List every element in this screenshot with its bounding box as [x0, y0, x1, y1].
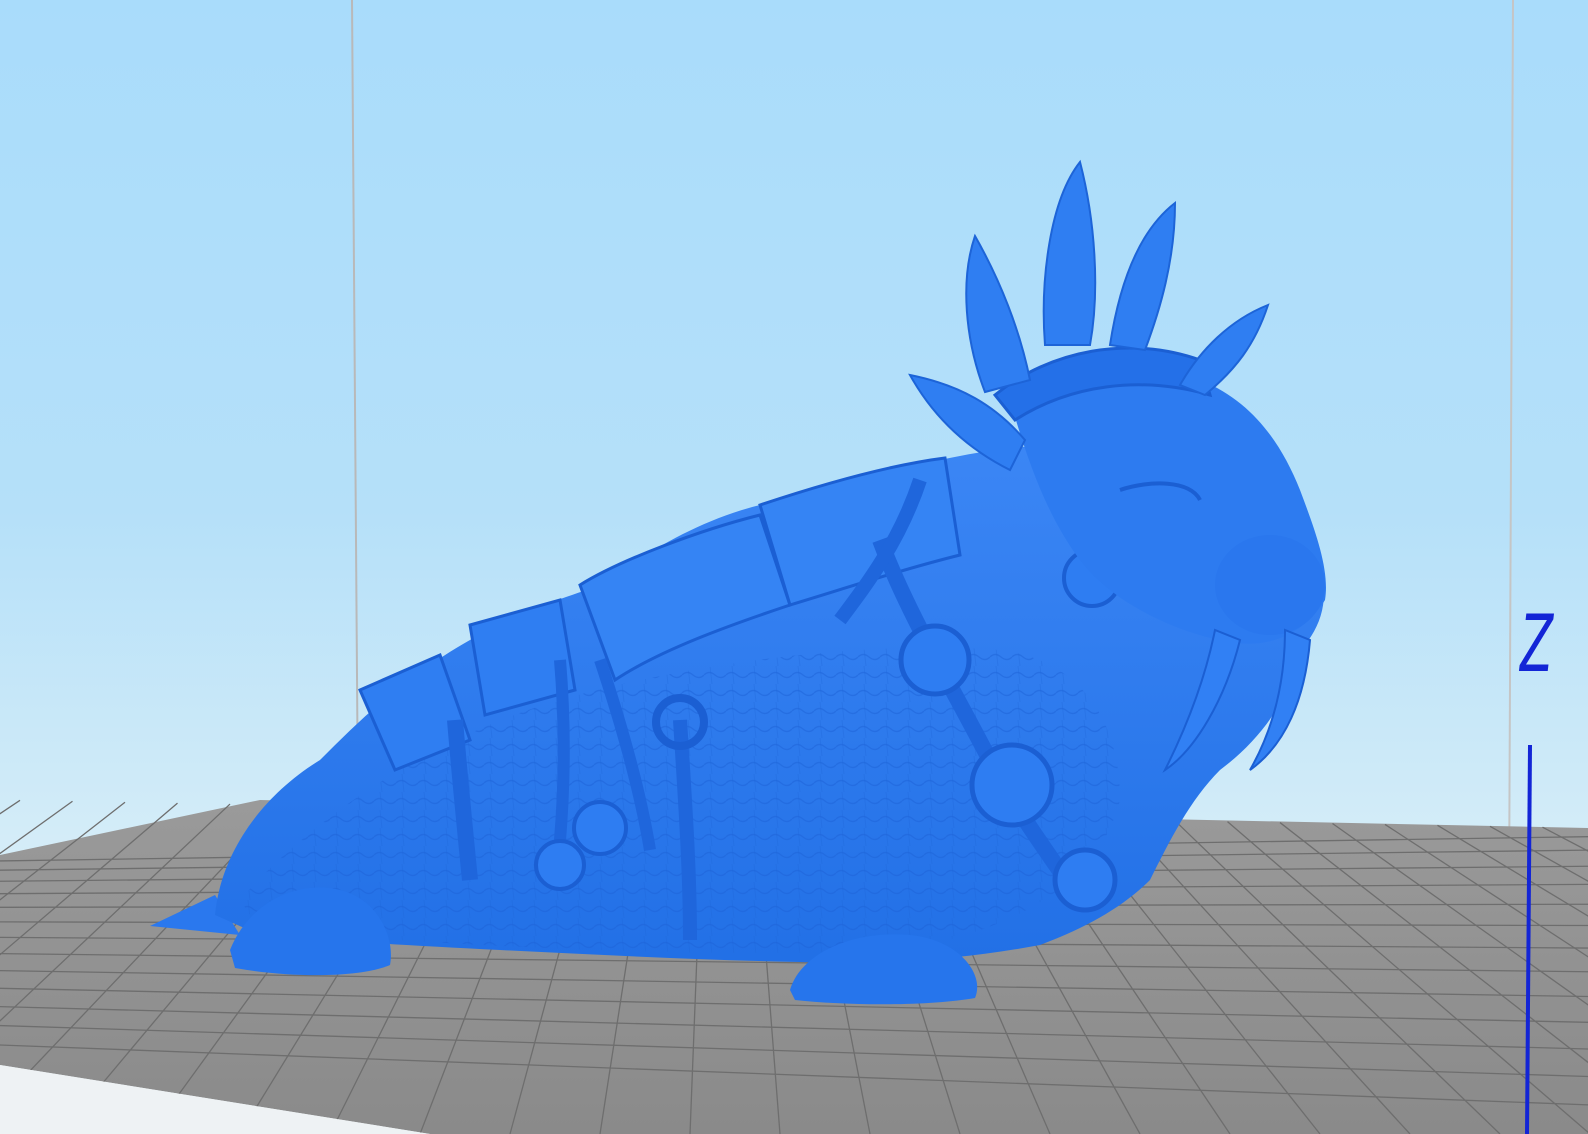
scene-canvas[interactable]: [0, 0, 1588, 1134]
walrus-model[interactable]: [150, 159, 1326, 1005]
z-axis-label: Z: [1520, 600, 1554, 690]
3d-viewport[interactable]: Z: [0, 0, 1588, 1134]
build-volume-edge-left: [351, 0, 359, 811]
